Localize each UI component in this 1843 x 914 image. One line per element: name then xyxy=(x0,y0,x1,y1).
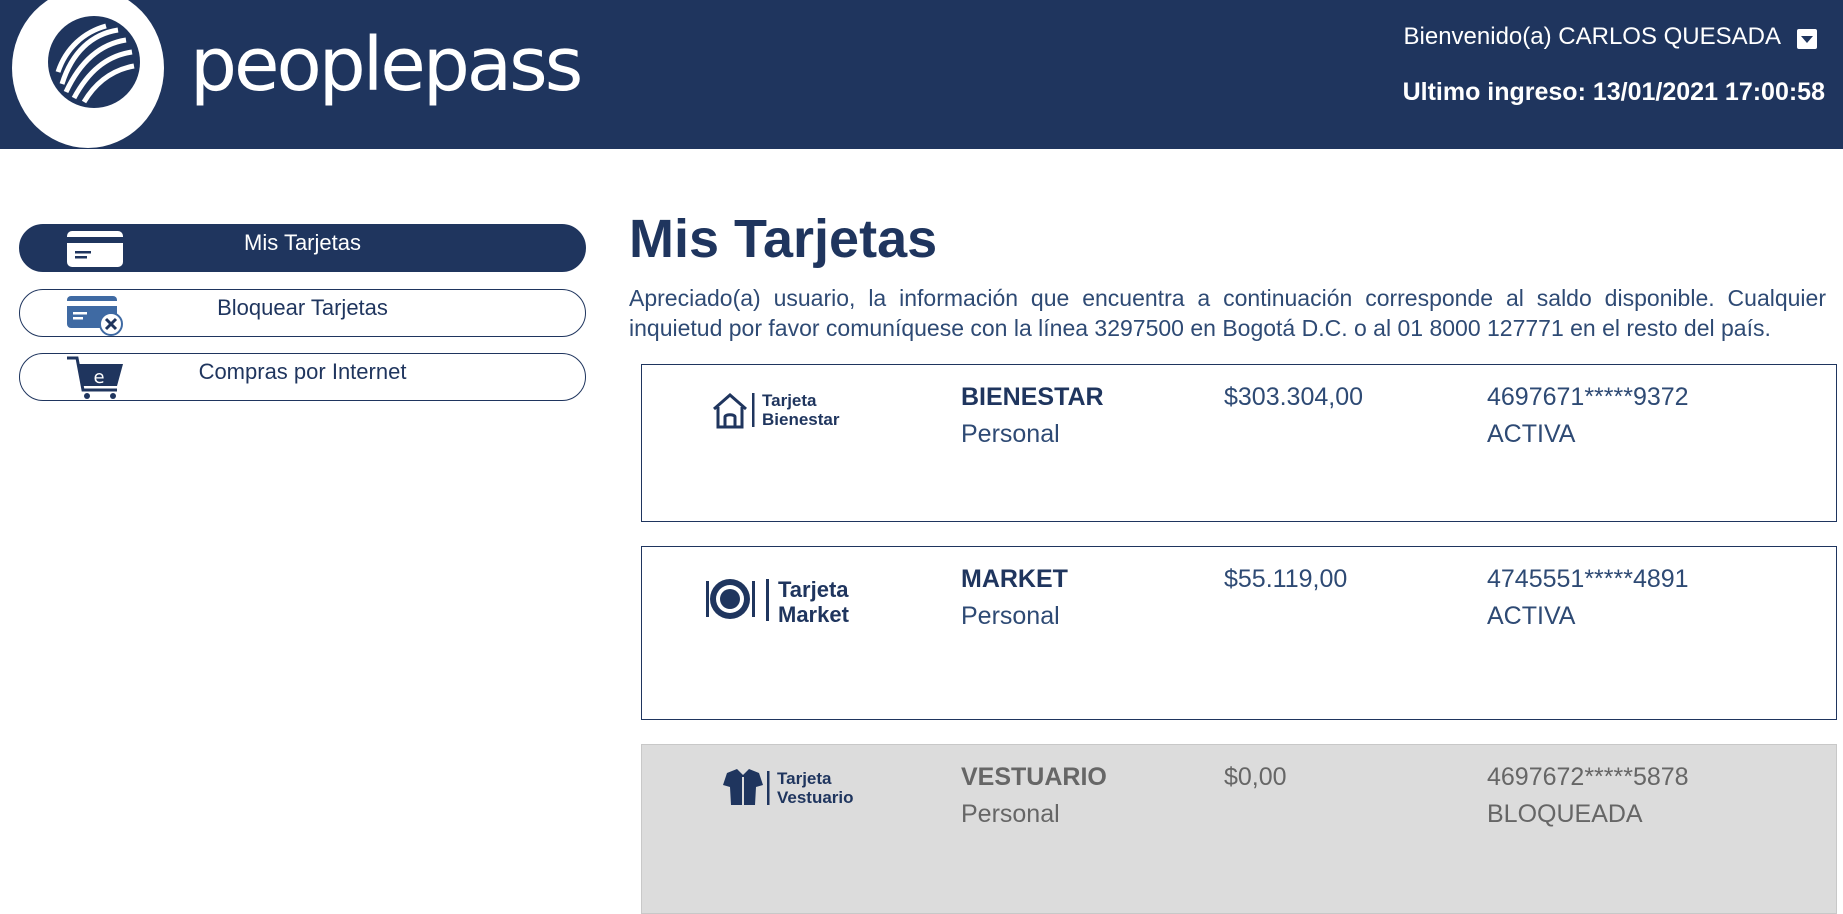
welcome-user: Bienvenido(a) CARLOS QUESADA xyxy=(1403,23,1781,50)
card-balance: $0,00 xyxy=(1224,763,1287,791)
page-title: Mis Tarjetas xyxy=(629,209,938,269)
card-type: Personal xyxy=(961,602,1060,630)
logo-line1: Tarjeta xyxy=(762,391,817,410)
card-name: MARKET xyxy=(961,565,1068,593)
sidebar-item-label: Mis Tarjetas xyxy=(244,230,361,255)
card-type: Personal xyxy=(961,420,1060,448)
card-status: ACTIVA xyxy=(1487,420,1576,448)
logo-line1: Tarjeta xyxy=(777,769,832,788)
card-row-vestuario[interactable]: Tarjeta Vestuario VESTUARIO Personal $0,… xyxy=(641,744,1837,914)
card-type: Personal xyxy=(961,800,1060,828)
card-logo: Tarjeta Market xyxy=(704,575,884,630)
card-logo: Tarjeta Bienestar xyxy=(702,389,862,436)
brand-name: peoplepass xyxy=(190,22,583,108)
card-status: ACTIVA xyxy=(1487,602,1576,630)
card-name: VESTUARIO xyxy=(961,763,1107,791)
last-login: Ultimo ingreso: 13/01/2021 17:00:58 xyxy=(1402,78,1825,106)
logo-line1: Tarjeta xyxy=(778,577,849,602)
card-logo: Tarjeta Vestuario xyxy=(717,767,877,814)
sidebar-item-label: Bloquear Tarjetas xyxy=(217,295,388,320)
logo-line2: Bienestar xyxy=(762,410,840,429)
sidebar-item-mis-tarjetas[interactable]: Mis Tarjetas xyxy=(19,224,586,272)
card-name: BIENESTAR xyxy=(961,383,1104,411)
card-row-bienestar[interactable]: Tarjeta Bienestar BIENESTAR Personal $30… xyxy=(641,364,1837,522)
card-number: 4697671*****9372 xyxy=(1487,383,1689,411)
intro-text: Apreciado(a) usuario, la información que… xyxy=(629,285,1826,341)
logo-badge xyxy=(12,0,164,148)
card-balance: $55.119,00 xyxy=(1224,565,1348,593)
card-number: 4745551*****4891 xyxy=(1487,565,1689,593)
card-row-market[interactable]: Tarjeta Market MARKET Personal $55.119,0… xyxy=(641,546,1837,720)
card-balance: $303.304,00 xyxy=(1224,383,1364,411)
top-header: peoplepass Bienvenido(a) CARLOS QUESADA … xyxy=(0,0,1843,149)
logo-line2: Vestuario xyxy=(777,788,854,807)
globe-logo-icon xyxy=(48,16,140,108)
user-menu-dropdown[interactable] xyxy=(1797,29,1817,49)
card-number: 4697672*****5878 xyxy=(1487,763,1689,791)
sidebar-item-label: Compras por Internet xyxy=(198,359,407,384)
sidebar-item-compras-por-internet[interactable]: e Compras por Internet xyxy=(19,353,586,401)
card-status: BLOQUEADA xyxy=(1487,800,1643,828)
sidebar-item-bloquear-tarjetas[interactable]: Bloquear Tarjetas xyxy=(19,289,586,337)
logo-line2: Market xyxy=(778,602,849,627)
